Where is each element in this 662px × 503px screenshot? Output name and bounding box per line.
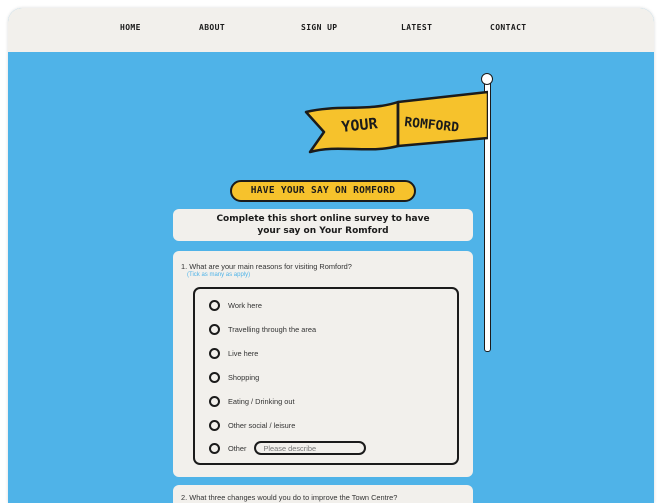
flag-word-your: YOUR xyxy=(341,114,380,136)
option-other-social[interactable]: Other social / leisure xyxy=(209,419,295,431)
headline-pill: HAVE YOUR SAY ON ROMFORD xyxy=(230,180,416,202)
nav-sign-up[interactable]: SIGN UP xyxy=(301,23,338,32)
intro-line-1: Complete this short online survey to hav… xyxy=(216,214,430,224)
nav-home[interactable]: HOME xyxy=(120,23,141,32)
radio-button[interactable] xyxy=(209,442,220,454)
question-2-title: 2. What three changes would you do to im… xyxy=(181,493,398,502)
option-travelling[interactable]: Travelling through the area xyxy=(209,323,316,335)
radio-button[interactable] xyxy=(209,371,220,383)
your-romford-flag-logo: YOUR ROMFORD xyxy=(304,90,488,154)
option-label: Eating / Drinking out xyxy=(228,396,295,406)
radio-button[interactable] xyxy=(209,347,220,359)
nav-latest[interactable]: LATEST xyxy=(401,23,432,32)
radio-button[interactable] xyxy=(209,419,220,431)
option-work-here[interactable]: Work here xyxy=(209,299,262,311)
nav-about[interactable]: ABOUT xyxy=(199,23,225,32)
radio-button[interactable] xyxy=(209,299,220,311)
question-1-hint: (Tick as many as apply) xyxy=(187,272,251,278)
option-label: Other xyxy=(228,443,247,453)
radio-button[interactable] xyxy=(209,395,220,407)
option-eating-drinking[interactable]: Eating / Drinking out xyxy=(209,395,295,407)
option-other[interactable]: Other xyxy=(209,441,367,455)
option-label: Live here xyxy=(228,348,259,358)
option-label: Work here xyxy=(228,300,262,310)
nav-contact[interactable]: CONTACT xyxy=(490,23,527,32)
question-1-card: 1. What are your main reasons for visiti… xyxy=(173,251,473,477)
option-label: Travelling through the area xyxy=(228,324,317,334)
page-frame: HOME ABOUT SIGN UP LATEST CONTACT YOUR R… xyxy=(8,8,654,503)
option-label: Shopping xyxy=(228,372,260,382)
question-1-title: 1. What are your main reasons for visiti… xyxy=(181,262,352,271)
question-1-options: Work here Travelling through the area Li… xyxy=(193,287,459,465)
intro-card: Complete this short online survey to hav… xyxy=(173,209,473,241)
option-shopping[interactable]: Shopping xyxy=(209,371,259,383)
radio-button[interactable] xyxy=(209,323,220,335)
intro-line-2: your say on Your Romford xyxy=(257,226,389,236)
describe-input[interactable] xyxy=(254,441,367,455)
top-nav: HOME ABOUT SIGN UP LATEST CONTACT xyxy=(8,8,654,52)
option-label: Other social / leisure xyxy=(228,420,296,430)
question-2-card: 2. What three changes would you do to im… xyxy=(173,485,473,503)
option-live-here[interactable]: Live here xyxy=(209,347,258,359)
